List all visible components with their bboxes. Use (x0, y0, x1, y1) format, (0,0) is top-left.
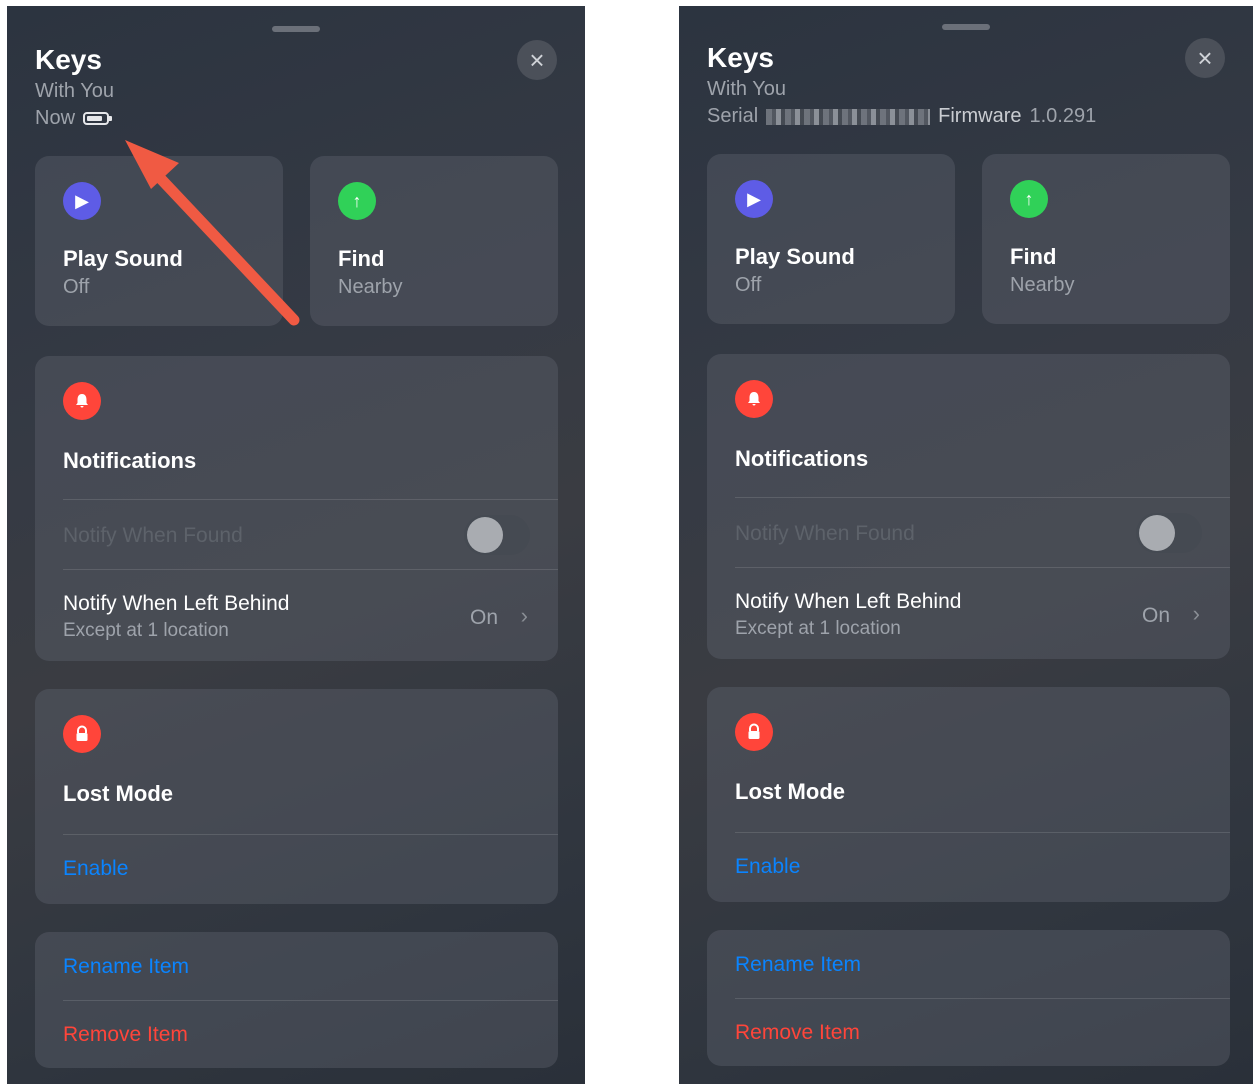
serial-number-redacted (766, 108, 931, 125)
item-subtitle: With You (707, 78, 786, 100)
arrow-up-icon: ↑ (1010, 180, 1048, 218)
notifications-title: Notifications (735, 446, 869, 471)
play-sound-status: Off (735, 274, 762, 296)
divider (735, 832, 1230, 833)
find-status: Nearby (1010, 274, 1075, 296)
annotation-arrow (125, 140, 300, 326)
firmware-label: Firmware (938, 105, 1022, 127)
divider (735, 567, 1230, 568)
notifications-card: Notifications Notify When Found Notify W… (707, 354, 1230, 659)
firmware-value: 1.0.291 (1029, 105, 1097, 127)
sheet-grabber[interactable] (942, 24, 990, 30)
find-label: Find (1010, 244, 1057, 269)
rename-item-button[interactable]: Rename Item (735, 953, 861, 977)
play-sound-tile[interactable]: ▶ Play Sound Off (707, 154, 955, 324)
remove-item-button[interactable]: Remove Item (735, 1021, 860, 1045)
notify-left-behind-sub: Except at 1 location (735, 618, 901, 639)
notify-when-found-toggle[interactable] (1136, 513, 1202, 553)
play-sound-label: Play Sound (735, 244, 855, 269)
bell-icon (735, 380, 773, 418)
item-title: Keys (707, 42, 774, 73)
find-nearby-tile[interactable]: ↑ Find Nearby (982, 154, 1230, 324)
left-item-sheet: Keys With You Now × ▶ Play Sound Off ↑ F… (7, 6, 585, 1084)
notify-left-behind-label: Notify When Left Behind (735, 590, 962, 613)
lock-icon (735, 713, 773, 751)
close-button[interactable]: × (1185, 38, 1225, 78)
divider (735, 497, 1230, 498)
notify-left-behind-value: On (1141, 604, 1170, 627)
play-icon: ▶ (735, 180, 773, 218)
lost-mode-enable-button[interactable]: Enable (735, 855, 800, 879)
lost-mode-card: Lost Mode Enable (707, 687, 1230, 902)
right-item-sheet: Keys With You Serial Firmware 1.0.291 × … (679, 6, 1253, 1084)
actions-card: Rename Item Remove Item (707, 930, 1230, 1066)
serial-label: Serial (707, 105, 759, 127)
item-details: Serial Firmware 1.0.291 (707, 105, 1096, 128)
lost-mode-title: Lost Mode (735, 779, 845, 804)
notify-when-found-label: Notify When Found (735, 522, 915, 545)
chevron-right-icon: › (1192, 601, 1200, 626)
divider (735, 998, 1230, 999)
